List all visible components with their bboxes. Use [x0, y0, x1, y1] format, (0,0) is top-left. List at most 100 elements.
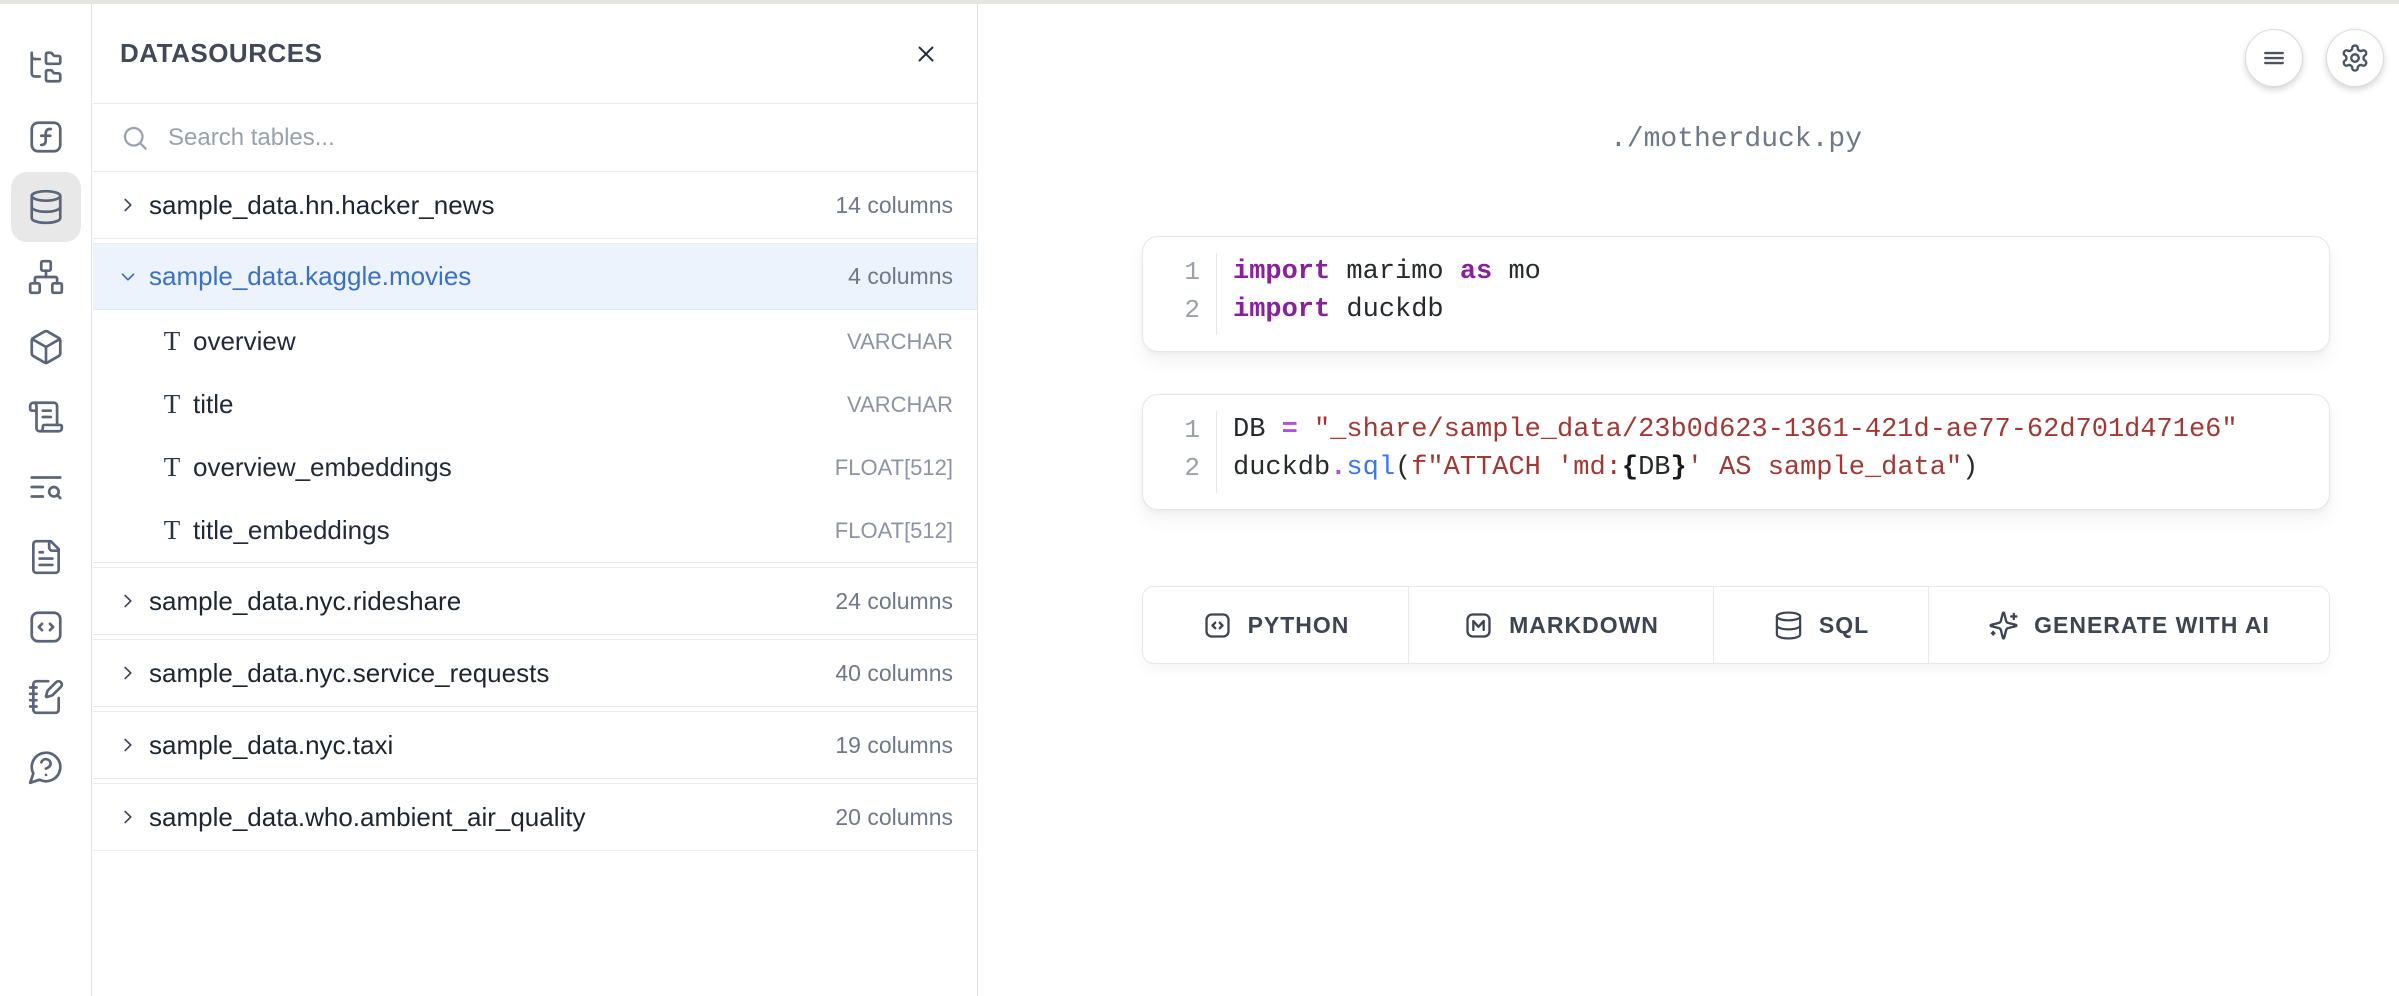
table-name: sample_data.nyc.rideshare	[149, 586, 835, 617]
menu-button[interactable]	[2245, 29, 2303, 87]
database-icon	[27, 188, 65, 226]
code-editor[interactable]: DB = "_share/sample_data/23b0d623-1361-4…	[1217, 411, 2238, 493]
add-cell-button-generate-with-ai[interactable]: GENERATE WITH AI	[1928, 587, 2329, 663]
table-row[interactable]: sample_data.nyc.service_requests40 colum…	[93, 640, 977, 706]
code-line: DB = "_share/sample_data/23b0d623-1361-4…	[1233, 411, 2238, 449]
square-code-icon	[27, 608, 65, 646]
table-item: sample_data.kaggle.movies4 columnsToverv…	[93, 243, 977, 563]
add-cell-button-sql[interactable]: SQL	[1713, 587, 1928, 663]
folder-tree-icon	[27, 48, 65, 86]
scroll-text-icon	[27, 398, 65, 436]
table-row[interactable]: sample_data.who.ambient_air_quality20 co…	[93, 784, 977, 850]
table-item: sample_data.who.ambient_air_quality20 co…	[93, 783, 977, 851]
sidebar-item-documentation[interactable]	[11, 522, 81, 592]
column-name: overview_embeddings	[193, 452, 835, 483]
column-count: 20 columns	[835, 804, 953, 831]
chevron-right-icon	[117, 194, 139, 216]
table-item: sample_data.nyc.taxi19 columns	[93, 711, 977, 779]
code-cell[interactable]: 12 DB = "_share/sample_data/23b0d623-1361…	[1142, 394, 2330, 510]
sidebar-item-file-explorer[interactable]	[11, 32, 81, 102]
code-cell[interactable]: 12import marimo as moimport duckdb	[1142, 236, 2330, 352]
table-row[interactable]: sample_data.hn.hacker_news14 columns	[93, 172, 977, 238]
search-input[interactable]	[166, 123, 950, 153]
column-row[interactable]: TtitleVARCHAR	[93, 373, 977, 436]
table-row[interactable]: sample_data.nyc.taxi19 columns	[93, 712, 977, 778]
table-name: sample_data.who.ambient_air_quality	[149, 802, 835, 833]
column-row[interactable]: Toverview_embeddingsFLOAT[512]	[93, 436, 977, 499]
table-row[interactable]: sample_data.nyc.rideshare24 columns	[93, 568, 977, 634]
column-count: 40 columns	[835, 660, 953, 687]
chevron-right-icon	[117, 662, 139, 684]
square-chevrons-icon	[1202, 610, 1233, 641]
column-count: 4 columns	[848, 263, 953, 290]
datasources-panel: DATASOURCES sample_data.hn.hacker_news14…	[93, 4, 978, 996]
chevron-right-icon	[117, 590, 139, 612]
column-name: overview	[193, 326, 847, 357]
sidebar-item-datasources[interactable]	[11, 172, 81, 242]
add-cell-button-label: MARKDOWN	[1509, 612, 1659, 639]
add-cell-button-markdown[interactable]: MARKDOWN	[1408, 587, 1713, 663]
sparkles-icon	[1988, 610, 2019, 641]
notebook-action-buttons	[2245, 29, 2384, 87]
column-type: VARCHAR	[847, 392, 953, 418]
table-list: sample_data.hn.hacker_news14 columnssamp…	[93, 172, 977, 851]
text-type-icon: T	[159, 326, 185, 357]
sidebar-item-variables[interactable]	[11, 102, 81, 172]
line-number-gutter: 12	[1143, 253, 1217, 335]
column-count: 19 columns	[835, 732, 953, 759]
code-line: import marimo as mo	[1233, 253, 1541, 291]
network-icon	[27, 258, 65, 296]
column-name: title	[193, 389, 847, 420]
text-search-icon	[27, 468, 65, 506]
column-name: title_embeddings	[193, 515, 835, 546]
column-type: FLOAT[512]	[835, 455, 953, 481]
box-icon	[27, 328, 65, 366]
chevron-right-icon	[117, 806, 139, 828]
table-name: sample_data.hn.hacker_news	[149, 190, 835, 221]
column-row[interactable]: ToverviewVARCHAR	[93, 310, 977, 373]
panel-title: DATASOURCES	[120, 38, 909, 69]
code-editor[interactable]: import marimo as moimport duckdb	[1217, 253, 1541, 335]
code-line: import duckdb	[1233, 291, 1541, 329]
gear-icon	[2340, 43, 2370, 73]
sidebar-item-dependencies[interactable]	[11, 242, 81, 312]
column-type: VARCHAR	[847, 329, 953, 355]
sidebar-item-packages[interactable]	[11, 312, 81, 382]
database-icon	[1773, 610, 1804, 641]
table-row[interactable]: sample_data.kaggle.movies4 columns	[93, 244, 977, 310]
close-panel-button[interactable]	[909, 37, 943, 71]
table-name: sample_data.nyc.taxi	[149, 730, 835, 761]
column-group: ToverviewVARCHARTtitleVARCHARToverview_e…	[93, 310, 977, 562]
table-item: sample_data.nyc.service_requests40 colum…	[93, 639, 977, 707]
sidebar-item-logs[interactable]	[11, 382, 81, 452]
column-count: 14 columns	[835, 192, 953, 219]
function-square-icon	[27, 118, 65, 156]
table-name: sample_data.kaggle.movies	[149, 261, 848, 292]
file-text-icon	[27, 538, 65, 576]
sidebar-item-scratchpad[interactable]	[11, 662, 81, 732]
datasources-header: DATASOURCES	[93, 4, 977, 104]
sidebar-item-outline[interactable]	[11, 452, 81, 522]
notebook-pen-icon	[27, 678, 65, 716]
notebook-filename: ./motherduck.py	[1142, 124, 2330, 155]
sidebar-item-help[interactable]	[11, 732, 81, 802]
table-search	[93, 104, 977, 172]
close-icon	[913, 41, 939, 67]
column-row[interactable]: Ttitle_embeddingsFLOAT[512]	[93, 499, 977, 562]
left-icon-rail	[0, 4, 92, 996]
column-type: FLOAT[512]	[835, 518, 953, 544]
table-item: sample_data.hn.hacker_news14 columns	[93, 172, 977, 239]
text-type-icon: T	[159, 389, 185, 420]
add-cell-button-label: GENERATE WITH AI	[2034, 612, 2270, 639]
search-icon	[120, 123, 150, 153]
code-line: duckdb.sql(f"ATTACH 'md:{DB}' AS sample_…	[1233, 449, 2238, 487]
message-question-icon	[27, 748, 65, 786]
column-count: 24 columns	[835, 588, 953, 615]
add-cell-button-python[interactable]: PYTHON	[1143, 587, 1408, 663]
add-cell-button-label: PYTHON	[1248, 612, 1350, 639]
settings-button[interactable]	[2326, 29, 2384, 87]
line-number-gutter: 12	[1143, 411, 1217, 493]
sidebar-item-snippets[interactable]	[11, 592, 81, 662]
hamburger-menu-icon	[2259, 43, 2289, 73]
square-m-icon	[1463, 610, 1494, 641]
